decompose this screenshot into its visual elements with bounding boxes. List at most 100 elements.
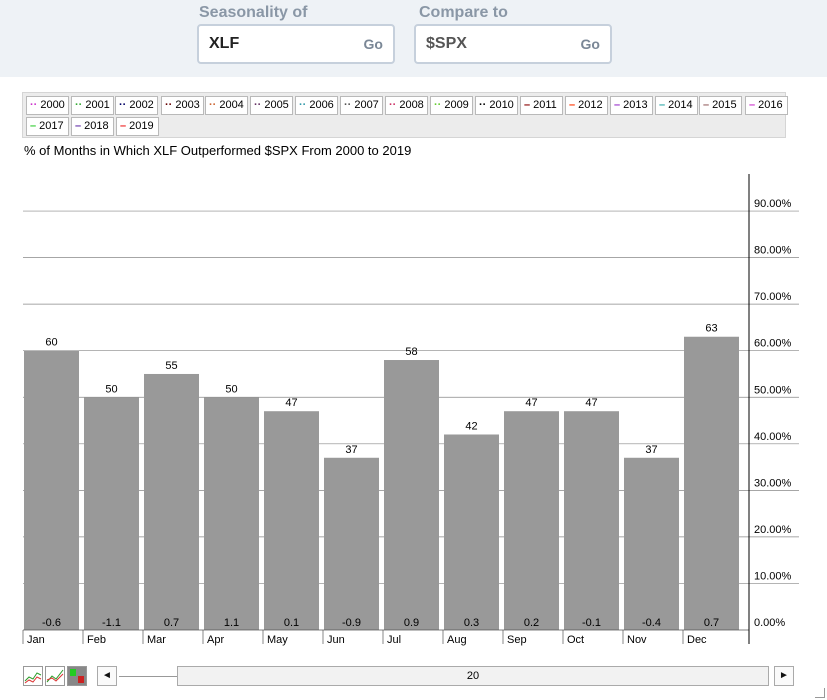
legend-label: 2009 — [444, 99, 469, 111]
bar-mar[interactable] — [144, 373, 199, 630]
legend-swatch-icon: ·· — [30, 99, 38, 111]
legend-swatch-icon: – — [703, 99, 710, 111]
seasonality-input[interactable]: XLF Go — [197, 24, 395, 64]
chart-panel: ·· 2000 ·· 2001 ·· 2002 ·· 2003 ·· 2004 ·· 2005 ·· 20… — [12, 87, 827, 700]
legend-swatch-icon: – — [30, 120, 37, 132]
range-controls: ◄ 20 ► — [12, 662, 827, 692]
legend-item-2015[interactable]: –2015 — [699, 96, 742, 115]
legend-label: 2018 — [84, 120, 109, 132]
legend-item-2001[interactable]: ·· 2001 — [71, 96, 114, 115]
bar-aug[interactable] — [444, 434, 499, 630]
bar-dec[interactable] — [684, 336, 739, 630]
legend-swatch-icon: – — [749, 99, 756, 111]
legend-swatch-icon: – — [569, 99, 576, 111]
legend-label: 2010 — [489, 99, 514, 111]
seasonality-go-button[interactable]: Go — [364, 36, 383, 52]
y-tick-label: 50.00% — [754, 384, 792, 396]
x-tick-label: Oct — [567, 634, 584, 646]
resize-handle-icon[interactable] — [815, 688, 825, 698]
legend-item-2017[interactable]: –2017 — [26, 117, 69, 136]
bar-value-label: 60 — [45, 337, 57, 349]
range-slider[interactable]: 20 — [177, 666, 769, 686]
legend-label: 2005 — [264, 99, 289, 111]
legend-item-2000[interactable]: ·· 2000 — [26, 96, 69, 115]
bar-chart-thumbnail-icon[interactable] — [67, 666, 87, 686]
bar-nov[interactable] — [624, 457, 679, 630]
bar-bottom-label: -0.1 — [582, 617, 601, 629]
legend-item-2013[interactable]: –2013 — [610, 96, 653, 115]
legend-item-2004[interactable]: ·· 2004 — [205, 96, 248, 115]
legend-item-2005[interactable]: ·· 2005 — [250, 96, 293, 115]
seasonality-group: Seasonality of — [199, 4, 307, 24]
legend-swatch-icon: ·· — [254, 99, 262, 111]
legend-item-2002[interactable]: ·· 2002 — [115, 96, 158, 115]
legend-swatch-icon: ·· — [389, 99, 397, 111]
legend-item-2016[interactable]: –2016 — [745, 96, 788, 115]
scroll-left-button[interactable]: ◄ — [97, 666, 117, 686]
bar-bottom-label: 0.3 — [464, 617, 479, 629]
bar-oct[interactable] — [564, 411, 619, 630]
x-tick-label: Dec — [687, 634, 707, 646]
legend-swatch-icon: – — [614, 99, 621, 111]
legend-item-2003[interactable]: ·· 2003 — [161, 96, 204, 115]
line-chart-thumbnail-icon[interactable] — [23, 666, 43, 686]
y-tick-label: 40.00% — [754, 431, 792, 443]
legend-label: 2000 — [40, 99, 65, 111]
legend-item-2010[interactable]: ·· 2010 — [475, 96, 518, 115]
legend-label: 2002 — [129, 99, 154, 111]
bar-apr[interactable] — [204, 397, 259, 630]
bar-feb[interactable] — [84, 397, 139, 630]
scroll-right-button[interactable]: ► — [774, 666, 794, 686]
legend-item-2006[interactable]: ·· 2006 — [295, 96, 338, 115]
legend-label: 2014 — [668, 99, 693, 111]
legend-swatch-icon: ·· — [479, 99, 487, 111]
legend-label: 2007 — [354, 99, 379, 111]
seasonality-label: Seasonality of — [199, 4, 308, 21]
legend-label: 2015 — [712, 99, 737, 111]
compare-group: Compare to — [419, 4, 508, 24]
bar-bottom-label: 0.7 — [704, 617, 719, 629]
bar-bottom-label: 1.1 — [224, 617, 239, 629]
bar-value-label: 42 — [465, 420, 477, 432]
x-tick-label: Apr — [207, 634, 224, 646]
bar-sep[interactable] — [504, 411, 559, 630]
legend-label: 2019 — [129, 120, 154, 132]
x-tick-label: Aug — [447, 634, 467, 646]
compare-value[interactable]: $SPX — [426, 35, 467, 53]
legend-swatch-icon: ·· — [75, 99, 83, 111]
y-tick-label: 0.00% — [754, 617, 785, 629]
compare-go-button[interactable]: Go — [581, 36, 600, 52]
legend-swatch-icon: ·· — [299, 99, 307, 111]
y-tick-label: 80.00% — [754, 245, 792, 257]
legend-swatch-icon: ·· — [209, 99, 217, 111]
bar-bottom-label: -0.6 — [42, 617, 61, 629]
legend-swatch-icon: – — [659, 99, 666, 111]
bar-value-label: 47 — [525, 397, 537, 409]
multi-line-thumbnail-icon[interactable] — [45, 666, 65, 686]
legend-label: 2012 — [578, 99, 603, 111]
legend-item-2014[interactable]: –2014 — [655, 96, 698, 115]
legend-item-2009[interactable]: ·· 2009 — [430, 96, 473, 115]
seasonality-value[interactable]: XLF — [209, 35, 239, 53]
legend-item-2018[interactable]: –2018 — [71, 117, 114, 136]
compare-input[interactable]: $SPX Go — [414, 24, 612, 64]
legend-item-2008[interactable]: ·· 2008 — [385, 96, 428, 115]
bar-jul[interactable] — [384, 360, 439, 630]
x-tick-label: Jan — [27, 634, 45, 646]
legend-label: 2006 — [309, 99, 334, 111]
legend-swatch-icon: ·· — [165, 99, 173, 111]
legend-label: 2008 — [399, 99, 424, 111]
legend-item-2011[interactable]: –2011 — [520, 96, 563, 115]
bar-bottom-label: 0.9 — [404, 617, 419, 629]
x-tick-label: Jul — [387, 634, 401, 646]
bar-bottom-label: -0.9 — [342, 617, 361, 629]
bar-jun[interactable] — [324, 457, 379, 630]
bar-may[interactable] — [264, 411, 319, 630]
bar-value-label: 37 — [345, 444, 357, 456]
bar-value-label: 50 — [105, 383, 117, 395]
legend-item-2012[interactable]: –2012 — [565, 96, 608, 115]
legend-item-2007[interactable]: ·· 2007 — [340, 96, 383, 115]
legend-item-2019[interactable]: –2019 — [116, 117, 159, 136]
legend-swatch-icon: – — [524, 99, 531, 111]
bar-jan[interactable] — [24, 350, 79, 630]
